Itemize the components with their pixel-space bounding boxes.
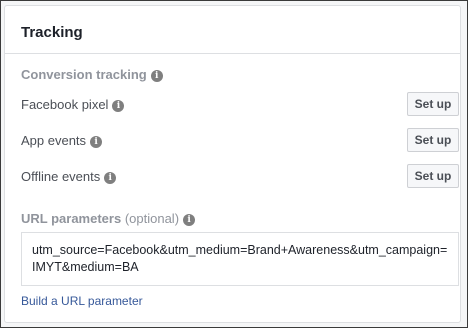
facebook-pixel-setup-button[interactable]: Set up xyxy=(407,92,459,116)
window-frame: Tracking Conversion tracking i Facebook p… xyxy=(0,0,468,328)
conversion-tracking-label: Conversion tracking xyxy=(21,67,147,82)
url-parameters-label: URL parameters xyxy=(21,211,122,226)
divider xyxy=(5,53,460,54)
info-icon[interactable]: i xyxy=(150,70,163,82)
url-parameters-heading: URL parameters (optional) i xyxy=(21,211,196,226)
build-url-parameter-link[interactable]: Build a URL parameter xyxy=(21,294,143,308)
tracking-panel: Tracking Conversion tracking i Facebook p… xyxy=(4,5,461,323)
panel-title: Tracking xyxy=(21,24,83,41)
facebook-pixel-row: Facebook pixel i xyxy=(21,97,125,112)
info-icon[interactable]: i xyxy=(183,214,196,226)
info-icon[interactable]: i xyxy=(104,172,117,184)
optional-label: (optional) xyxy=(124,211,180,226)
app-events-setup-button[interactable]: Set up xyxy=(407,128,459,152)
url-parameters-field[interactable]: utm_source=Facebook&utm_medium=Brand+Awa… xyxy=(21,232,459,286)
conversion-tracking-heading: Conversion tracking i xyxy=(21,67,163,82)
offline-events-setup-button[interactable]: Set up xyxy=(407,164,459,188)
app-events-label: App events xyxy=(21,133,87,148)
info-icon[interactable]: i xyxy=(90,136,103,148)
offline-events-label: Offline events xyxy=(21,169,101,184)
facebook-pixel-label: Facebook pixel xyxy=(21,97,109,112)
offline-events-row: Offline events i xyxy=(21,169,117,184)
app-events-row: App events i xyxy=(21,133,103,148)
info-icon[interactable]: i xyxy=(112,100,125,112)
